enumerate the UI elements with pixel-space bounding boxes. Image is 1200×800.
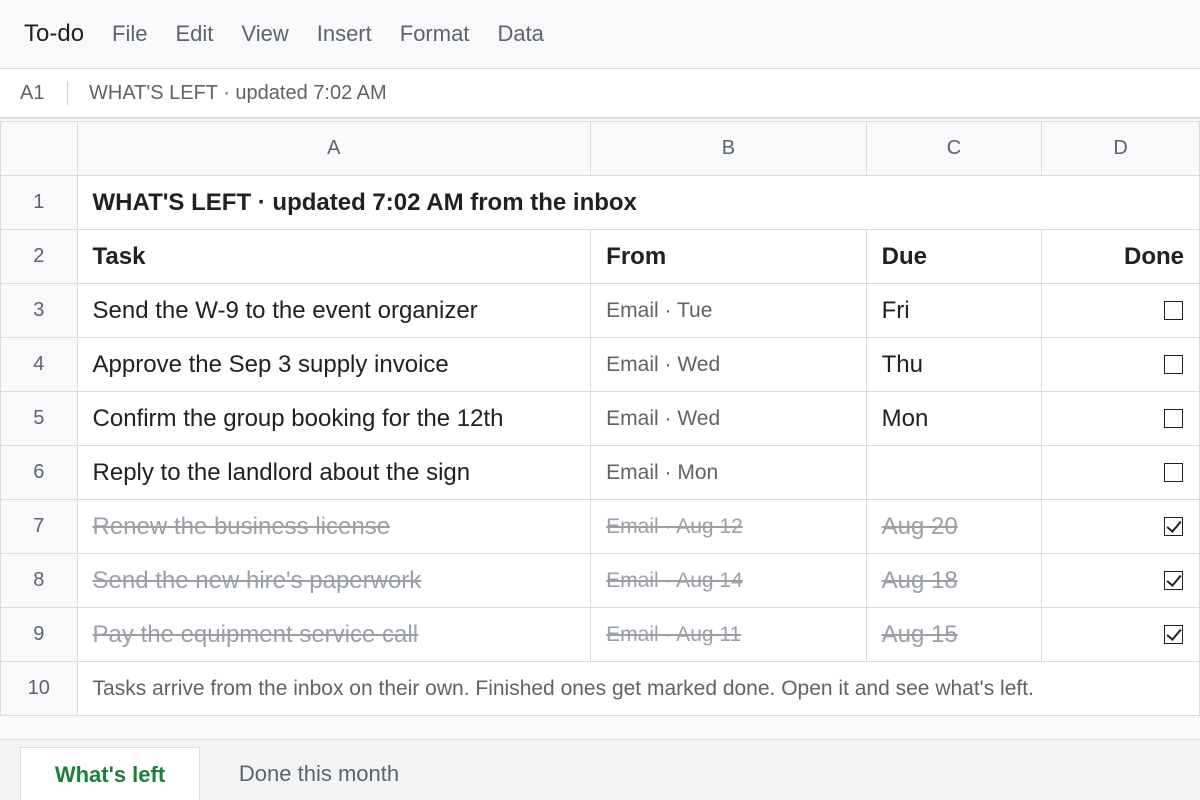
formula-input[interactable]: WHAT'S LEFT · updated 7:02 AM [68, 82, 387, 105]
due-cell[interactable]: Aug 15 [865, 607, 1043, 662]
app-title: To-do [24, 20, 85, 47]
done-cell[interactable] [1041, 337, 1200, 392]
menu-data[interactable]: Data [497, 21, 543, 47]
menu-format[interactable]: Format [400, 21, 470, 47]
row-header[interactable]: 9 [0, 607, 78, 662]
grid-corner[interactable] [0, 121, 78, 176]
header-task[interactable]: Task [76, 229, 592, 284]
done-cell[interactable] [1041, 391, 1200, 446]
row-header[interactable]: 1 [0, 175, 78, 230]
row-header[interactable]: 8 [0, 553, 78, 608]
done-cell[interactable] [1041, 283, 1200, 338]
from-cell[interactable]: Email · Wed [590, 337, 867, 392]
done-cell[interactable] [1041, 499, 1200, 554]
done-cell[interactable] [1041, 553, 1200, 608]
task-cell[interactable]: Send the new hire's paperwork [76, 553, 592, 608]
header-from[interactable]: From [590, 229, 867, 284]
table-row: 8 Send the new hire's paperwork Email · … [0, 553, 1200, 608]
row-header[interactable]: 5 [0, 391, 78, 446]
column-header-c[interactable]: C [865, 121, 1043, 176]
done-checkbox[interactable] [1164, 463, 1183, 482]
menu-file[interactable]: File [112, 21, 147, 47]
header-done[interactable]: Done [1041, 229, 1200, 284]
tab-done-this-month[interactable]: Done this month [212, 747, 426, 800]
spreadsheet-grid: A B C D 1 WHAT'S LEFT · updated 7:02 AM … [0, 121, 1200, 716]
task-cell[interactable]: Confirm the group booking for the 12th [76, 391, 592, 446]
due-cell[interactable]: Aug 20 [865, 499, 1043, 554]
task-cell[interactable]: Reply to the landlord about the sign [76, 445, 592, 500]
row-header[interactable]: 10 [0, 661, 78, 716]
from-cell[interactable]: Email · Mon [590, 445, 867, 500]
from-cell[interactable]: Email · Aug 11 [590, 607, 867, 662]
sheet-title-cell[interactable]: WHAT'S LEFT · updated 7:02 AM from the i… [76, 175, 1200, 230]
from-cell[interactable]: Email · Aug 14 [590, 553, 867, 608]
row-header[interactable]: 4 [0, 337, 78, 392]
menu-insert[interactable]: Insert [317, 21, 372, 47]
from-cell[interactable]: Email · Tue [590, 283, 867, 338]
due-cell[interactable]: Aug 18 [865, 553, 1043, 608]
due-cell[interactable] [865, 445, 1043, 500]
done-checkbox[interactable] [1164, 517, 1183, 536]
column-header-a[interactable]: A [76, 121, 592, 176]
done-checkbox[interactable] [1164, 625, 1183, 644]
done-cell[interactable] [1041, 445, 1200, 500]
row-header[interactable]: 6 [0, 445, 78, 500]
menu-bar: To-do File Edit View Insert Format Data [0, 0, 1200, 69]
header-due[interactable]: Due [865, 229, 1043, 284]
note-cell[interactable]: Tasks arrive from the inbox on their own… [76, 661, 1200, 716]
column-header-b[interactable]: B [590, 121, 867, 176]
done-checkbox[interactable] [1164, 355, 1183, 374]
row-header[interactable]: 3 [0, 283, 78, 338]
table-row: 7 Renew the business license Email · Aug… [0, 499, 1200, 554]
task-cell[interactable]: Send the W-9 to the event organizer [76, 283, 592, 338]
column-header-d[interactable]: D [1041, 121, 1200, 176]
from-cell[interactable]: Email · Wed [590, 391, 867, 446]
done-cell[interactable] [1041, 607, 1200, 662]
table-row: 6 Reply to the landlord about the sign E… [0, 445, 1200, 500]
formula-bar: A1 WHAT'S LEFT · updated 7:02 AM [0, 69, 1200, 119]
done-checkbox[interactable] [1164, 301, 1183, 320]
cell-reference[interactable]: A1 [0, 81, 68, 105]
due-cell[interactable]: Thu [865, 337, 1043, 392]
table-row: 3 Send the W-9 to the event organizer Em… [0, 283, 1200, 338]
table-row: 4 Approve the Sep 3 supply invoice Email… [0, 337, 1200, 392]
task-cell[interactable]: Renew the business license [76, 499, 592, 554]
menu-edit[interactable]: Edit [176, 21, 214, 47]
tab-whats-left[interactable]: What's left [20, 747, 200, 800]
done-checkbox[interactable] [1164, 571, 1183, 590]
done-checkbox[interactable] [1164, 409, 1183, 428]
due-cell[interactable]: Mon [865, 391, 1043, 446]
menu-view[interactable]: View [241, 21, 288, 47]
row-header[interactable]: 7 [0, 499, 78, 554]
table-row: 5 Confirm the group booking for the 12th… [0, 391, 1200, 446]
task-cell[interactable]: Approve the Sep 3 supply invoice [76, 337, 592, 392]
table-row: 9 Pay the equipment service call Email ·… [0, 607, 1200, 662]
from-cell[interactable]: Email · Aug 12 [590, 499, 867, 554]
sheet-tab-bar: What's left Done this month [0, 739, 1200, 800]
task-cell[interactable]: Pay the equipment service call [76, 607, 592, 662]
row-header[interactable]: 2 [0, 229, 78, 284]
due-cell[interactable]: Fri [865, 283, 1043, 338]
